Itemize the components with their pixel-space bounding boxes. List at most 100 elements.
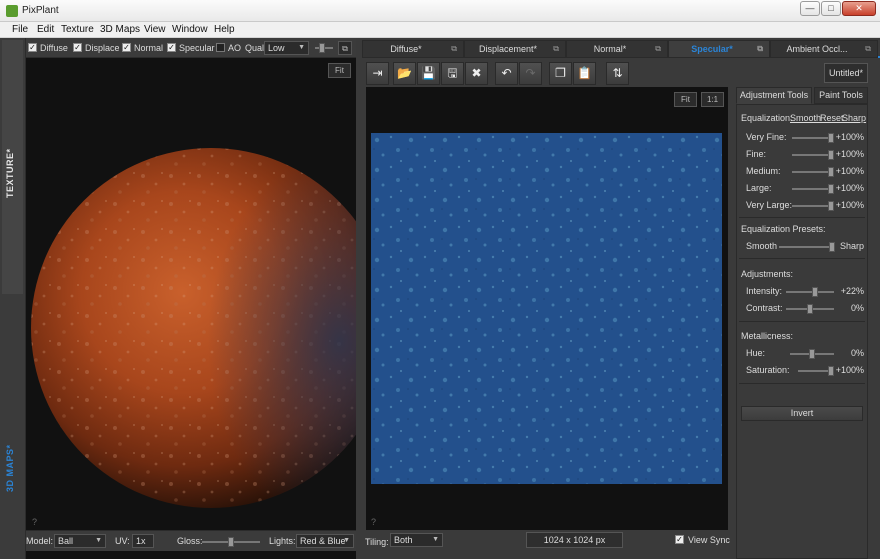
detach-icon[interactable]: ⧉	[757, 41, 763, 57]
slider-knob[interactable]	[828, 167, 834, 177]
lights-dropdown[interactable]: Red & Blue ▼	[296, 534, 354, 548]
contrast-slider[interactable]	[786, 304, 834, 314]
texture-viewport[interactable]: Fit 1:1 ?	[366, 87, 728, 530]
eq-presets-slider[interactable]	[779, 242, 835, 252]
eq-smooth-link[interactable]: Smooth	[790, 113, 821, 123]
delete-icon[interactable]: ✖	[465, 62, 488, 85]
fit-button[interactable]: Fit	[674, 92, 697, 107]
row-value: +22%	[840, 286, 864, 296]
row-value: +100%	[835, 149, 864, 159]
copy-icon[interactable]: ❐	[549, 62, 572, 85]
tab-adjustment-tools[interactable]: Adjustment Tools	[736, 87, 812, 104]
menu-edit[interactable]: Edit	[37, 24, 54, 35]
tab-normal[interactable]: Normal* ⧉	[566, 40, 668, 58]
one-to-one-button[interactable]: 1:1	[701, 92, 724, 107]
view-sync-label: View Sync	[688, 535, 730, 545]
tab-diffuse[interactable]: Diffuse* ⧉	[362, 40, 464, 58]
equalization-label: Equalization:	[741, 113, 793, 123]
normal-checkbox[interactable]: ✓	[122, 43, 131, 52]
eq-very-large-slider[interactable]	[792, 201, 834, 211]
ao-checkbox[interactable]	[216, 43, 225, 52]
specular-checkbox[interactable]: ✓	[167, 43, 176, 52]
hue-slider[interactable]	[790, 349, 834, 359]
lights-label: Lights:	[269, 536, 296, 546]
menu-help[interactable]: Help	[214, 24, 235, 35]
minimize-button[interactable]: —	[800, 1, 820, 16]
eq-very-fine-slider[interactable]	[792, 133, 834, 143]
intensity-slider[interactable]	[786, 287, 834, 297]
fullscreen-icon[interactable]: ⧉	[338, 41, 352, 55]
save-as-icon[interactable]: 🖫	[441, 62, 464, 85]
detach-icon[interactable]: ⧉	[553, 41, 559, 57]
3d-preview-panel: ✓ Diffuse ✓ Displacen ✓ Normal ✓ Specula…	[26, 38, 356, 559]
slider-knob[interactable]	[828, 133, 834, 143]
quality-dropdown[interactable]: Low ▼	[264, 41, 309, 55]
slider-knob[interactable]	[829, 242, 835, 252]
row-label: Large:	[746, 183, 772, 193]
maximize-button[interactable]: □	[821, 1, 841, 16]
row-label: Fine:	[746, 149, 767, 159]
quality-slider[interactable]	[315, 43, 333, 53]
divider	[739, 217, 865, 218]
3d-sphere-preview[interactable]	[26, 58, 356, 530]
eq-large-slider[interactable]	[792, 184, 834, 194]
help-icon[interactable]: ?	[371, 517, 376, 527]
swap-icon[interactable]: ⇅	[606, 62, 629, 85]
paste-icon[interactable]: 📋	[573, 62, 596, 85]
open-folder-icon[interactable]: 📂	[393, 62, 416, 85]
uv-stepper[interactable]: 1x	[132, 534, 154, 548]
title-bar: PixPlant — □ ✕	[0, 0, 880, 22]
tab-paint-tools[interactable]: Paint Tools	[814, 87, 868, 104]
detach-icon[interactable]: ⧉	[451, 41, 457, 57]
eq-fine-slider[interactable]	[792, 150, 834, 160]
panel-splitter[interactable]	[356, 38, 362, 559]
row-label: Saturation:	[746, 365, 790, 375]
help-icon[interactable]: ?	[32, 517, 37, 527]
document-name[interactable]: Untitled*	[824, 63, 868, 83]
detach-icon[interactable]: ⧉	[655, 41, 661, 57]
slider-knob[interactable]	[807, 304, 813, 314]
slider-knob[interactable]	[828, 201, 834, 211]
divider	[739, 258, 865, 259]
tab-ambient-occlusion[interactable]: Ambient Occl... ⧉	[770, 40, 878, 58]
saturation-slider[interactable]	[798, 366, 834, 376]
diffuse-checkbox[interactable]: ✓	[28, 43, 37, 52]
slider-knob[interactable]	[828, 366, 834, 376]
menu-view[interactable]: View	[144, 24, 166, 35]
redo-icon[interactable]: ↷	[519, 62, 542, 85]
eq-medium-slider[interactable]	[792, 167, 834, 177]
slider-knob[interactable]	[228, 537, 234, 547]
menu-window[interactable]: Window	[172, 24, 208, 35]
model-dropdown[interactable]: Ball ▼	[54, 534, 106, 548]
close-button[interactable]: ✕	[842, 1, 876, 16]
displacement-checkbox[interactable]: ✓	[73, 43, 82, 52]
specular-texture-image[interactable]	[371, 133, 722, 484]
eq-very-fine-row: Very Fine: +100%	[746, 132, 864, 144]
tab-displacement[interactable]: Displacement* ⧉	[464, 40, 566, 58]
normal-label: Normal	[134, 43, 164, 53]
gloss-slider[interactable]	[202, 537, 260, 547]
slider-knob[interactable]	[809, 349, 815, 359]
eq-fine-row: Fine: +100%	[746, 149, 864, 161]
row-label: Contrast:	[746, 303, 783, 313]
menu-3d-maps[interactable]: 3D Maps	[100, 24, 140, 35]
undo-icon[interactable]: ↶	[495, 62, 518, 85]
invert-button[interactable]: Invert	[741, 406, 863, 421]
eq-sharp-link[interactable]: Sharp	[842, 113, 866, 123]
eq-very-large-row: Very Large: +100%	[746, 200, 864, 212]
slider-knob[interactable]	[319, 43, 325, 53]
side-tab-3d-maps[interactable]: 3D MAPS*	[2, 300, 23, 554]
detach-icon[interactable]: ⧉	[865, 41, 871, 57]
side-tab-texture[interactable]: TEXTURE*	[2, 40, 23, 294]
slider-knob[interactable]	[812, 287, 818, 297]
view-sync-checkbox[interactable]: ✓	[675, 535, 684, 544]
eq-reset-link[interactable]: Reset	[820, 113, 844, 123]
menu-texture[interactable]: Texture	[61, 24, 94, 35]
slider-knob[interactable]	[828, 150, 834, 160]
menu-file[interactable]: File	[12, 24, 28, 35]
tab-specular[interactable]: Specular* ⧉	[668, 40, 770, 58]
save-icon[interactable]: 💾	[417, 62, 440, 85]
tiling-dropdown[interactable]: Both ▼	[390, 533, 443, 547]
import-icon[interactable]: ⇥	[366, 62, 389, 85]
slider-knob[interactable]	[828, 184, 834, 194]
